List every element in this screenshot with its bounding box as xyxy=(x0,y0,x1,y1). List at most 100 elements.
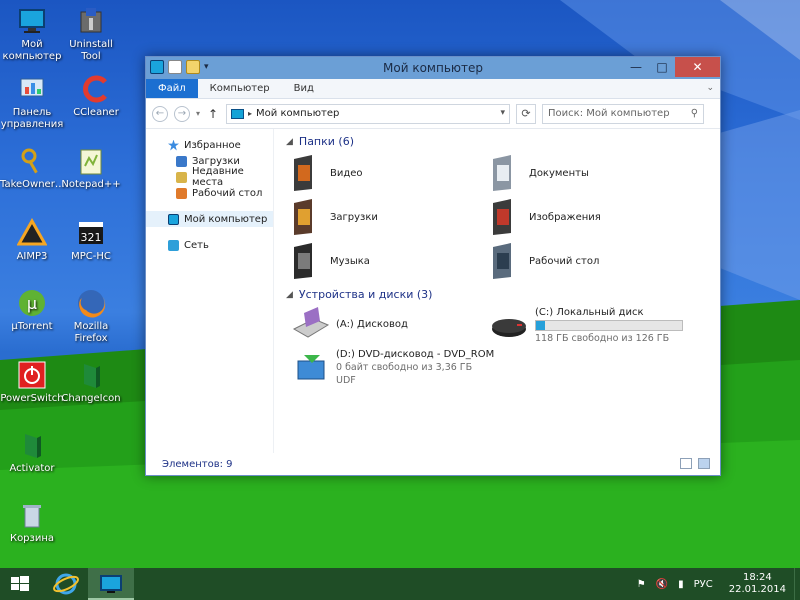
breadcrumb-my-computer[interactable]: Мой компьютер xyxy=(256,108,339,119)
language-indicator[interactable]: РУС xyxy=(694,579,713,590)
item-count: Элементов: 9 xyxy=(162,458,233,470)
navigation-pane: Избранное Загрузки Недавние места Рабочи… xyxy=(146,129,274,453)
desktop: Мой компьютер Панель управления TakeOwne… xyxy=(0,0,800,568)
downloads-icon xyxy=(176,155,187,167)
explorer-window: ▾ Мой компьютер — □ ✕ Файл Компьютер Вид… xyxy=(145,56,721,476)
taskbar-explorer[interactable] xyxy=(88,568,134,600)
aimp3-icon xyxy=(16,217,48,248)
nav-item-desktop[interactable]: Рабочий стол xyxy=(146,185,273,201)
tab-file[interactable]: Файл xyxy=(146,79,198,98)
nav-item-favorites[interactable]: Избранное xyxy=(146,137,273,153)
desktop-icon-firefox[interactable]: Mozilla Firefox xyxy=(59,288,123,345)
search-input[interactable]: Поиск: Мой компьютер ⚲ xyxy=(542,103,705,124)
clock-date: 22.01.2014 xyxy=(728,584,786,595)
drive-d[interactable]: (D:) DVD-дисковод - DVD_ROM 0 байт свобо… xyxy=(290,349,494,386)
view-switcher xyxy=(680,458,710,469)
collapse-chevron-icon: ◢ xyxy=(286,136,293,147)
explorer-computer-icon xyxy=(100,575,122,593)
downloads-folder-icon xyxy=(290,199,320,235)
control-panel-icon xyxy=(17,74,47,104)
desktop-icon-changeicon[interactable]: ChangeIcon xyxy=(59,360,123,405)
network-icon[interactable]: ▮ xyxy=(678,579,684,590)
collapse-chevron-icon: ◢ xyxy=(286,289,293,300)
svg-text:µ: µ xyxy=(27,294,37,313)
folder-documents[interactable]: Документы xyxy=(489,155,589,191)
content-pane: ◢ Папки (6) Видео Документы Загрузки Изо… xyxy=(286,129,720,453)
folder-pictures[interactable]: Изображения xyxy=(489,199,601,235)
taskbar-internet-explorer[interactable] xyxy=(48,568,84,600)
network-icon xyxy=(168,239,179,251)
folder-desktop[interactable]: Рабочий стол xyxy=(489,243,599,279)
address-dropdown-icon[interactable]: ▾ xyxy=(500,108,505,118)
tab-view[interactable]: Вид xyxy=(282,79,326,98)
desktop-icon-uninstall-tool[interactable]: Uninstall Tool xyxy=(59,6,123,63)
desktop-icon-powerswitch[interactable]: PowerSwitch xyxy=(0,360,64,405)
minimize-button[interactable]: — xyxy=(623,57,649,77)
search-placeholder: Поиск: Мой компьютер xyxy=(548,108,670,119)
uninstall-tool-icon xyxy=(76,6,106,36)
action-center-flag-icon[interactable]: ⚑ xyxy=(637,579,646,590)
close-button[interactable]: ✕ xyxy=(675,57,720,77)
drive-c-usage-bar xyxy=(535,320,683,331)
desktop-folder-icon xyxy=(176,187,187,199)
recent-locations-icon[interactable]: ▾ xyxy=(196,109,200,118)
expand-ribbon-icon[interactable]: ⌄ xyxy=(706,83,714,93)
svg-text:321: 321 xyxy=(81,231,102,244)
maximize-button[interactable]: □ xyxy=(649,57,675,77)
forward-button[interactable]: → xyxy=(174,105,190,122)
drive-a[interactable]: (A:) Дисковод xyxy=(290,307,408,343)
utorrent-icon: µ xyxy=(17,288,47,318)
status-bar: Элементов: 9 xyxy=(146,453,720,475)
system-tray: ⚑ 🔇 ▮ РУС 18:24 22.01.2014 xyxy=(637,568,800,600)
clock[interactable]: 18:24 22.01.2014 xyxy=(719,572,794,596)
large-icons-view-icon[interactable] xyxy=(698,458,710,469)
desktop-icon-takeowner[interactable]: TakeOwner… xyxy=(0,146,65,191)
start-button[interactable] xyxy=(0,568,40,600)
group-header-folders[interactable]: ◢ Папки (6) xyxy=(286,135,354,148)
show-desktop-button[interactable] xyxy=(794,568,800,600)
title-bar[interactable]: ▾ Мой компьютер — □ ✕ xyxy=(146,57,720,79)
firefox-icon xyxy=(76,288,106,318)
clock-time: 18:24 xyxy=(742,572,772,583)
tab-computer[interactable]: Компьютер xyxy=(198,79,282,98)
desktop-icon-my-computer[interactable]: Мой компьютер xyxy=(0,6,64,63)
folder-downloads[interactable]: Загрузки xyxy=(290,199,378,235)
desktop-icon-notepad-plus-plus[interactable]: Notepad++ xyxy=(59,146,123,191)
desktop-icon-control-panel[interactable]: Панель управления xyxy=(0,74,64,131)
desktop-icon-mpc-hc[interactable]: 321 MPC-HC xyxy=(59,218,123,263)
ccleaner-icon xyxy=(81,74,111,104)
drive-c-usage-fill xyxy=(536,321,546,330)
up-button[interactable]: ↑ xyxy=(206,107,220,121)
notepad-plus-plus-icon xyxy=(76,146,106,176)
desktop-icon-aimp3[interactable]: AIMP3 xyxy=(0,217,64,263)
powerswitch-icon xyxy=(17,360,47,390)
windows-logo-icon xyxy=(11,576,29,591)
refresh-button[interactable]: ⟳ xyxy=(516,103,537,124)
details-view-icon[interactable] xyxy=(680,458,692,469)
group-header-devices[interactable]: ◢ Устройства и диски (3) xyxy=(286,288,432,301)
nav-item-recent[interactable]: Недавние места xyxy=(146,166,273,188)
star-icon xyxy=(168,139,179,151)
desktop-icon-utorrent[interactable]: µ µTorrent xyxy=(0,288,64,333)
ribbon-tabs: Файл Компьютер Вид ⌄ xyxy=(146,79,720,99)
desktop-icon-ccleaner[interactable]: CCleaner xyxy=(64,74,128,119)
floppy-drive-icon xyxy=(290,307,330,343)
drive-c[interactable]: (C:) Локальный диск 118 ГБ свободно из 1… xyxy=(489,307,683,344)
recent-places-icon xyxy=(176,171,187,183)
desktop-folder-icon xyxy=(489,243,519,279)
folder-music[interactable]: Музыка xyxy=(290,243,370,279)
window-controls: — □ ✕ xyxy=(623,57,720,77)
nav-item-network[interactable]: Сеть xyxy=(146,237,273,253)
internet-explorer-icon xyxy=(53,573,79,595)
speaker-muted-icon[interactable]: 🔇 xyxy=(656,579,668,590)
desktop-icon-recycle-bin[interactable]: Корзина xyxy=(0,500,64,545)
breadcrumb-separator[interactable]: ▸ xyxy=(248,109,252,118)
nav-item-my-computer[interactable]: Мой компьютер xyxy=(146,211,273,227)
search-icon: ⚲ xyxy=(690,107,699,119)
activator-icon xyxy=(17,430,47,460)
address-bar[interactable]: ▸ Мой компьютер ▾ xyxy=(226,103,511,124)
back-button[interactable]: ← xyxy=(152,105,168,122)
desktop-icon-activator[interactable]: Activator xyxy=(0,430,64,475)
folder-video[interactable]: Видео xyxy=(290,155,363,191)
window-body: Избранное Загрузки Недавние места Рабочи… xyxy=(146,129,720,475)
